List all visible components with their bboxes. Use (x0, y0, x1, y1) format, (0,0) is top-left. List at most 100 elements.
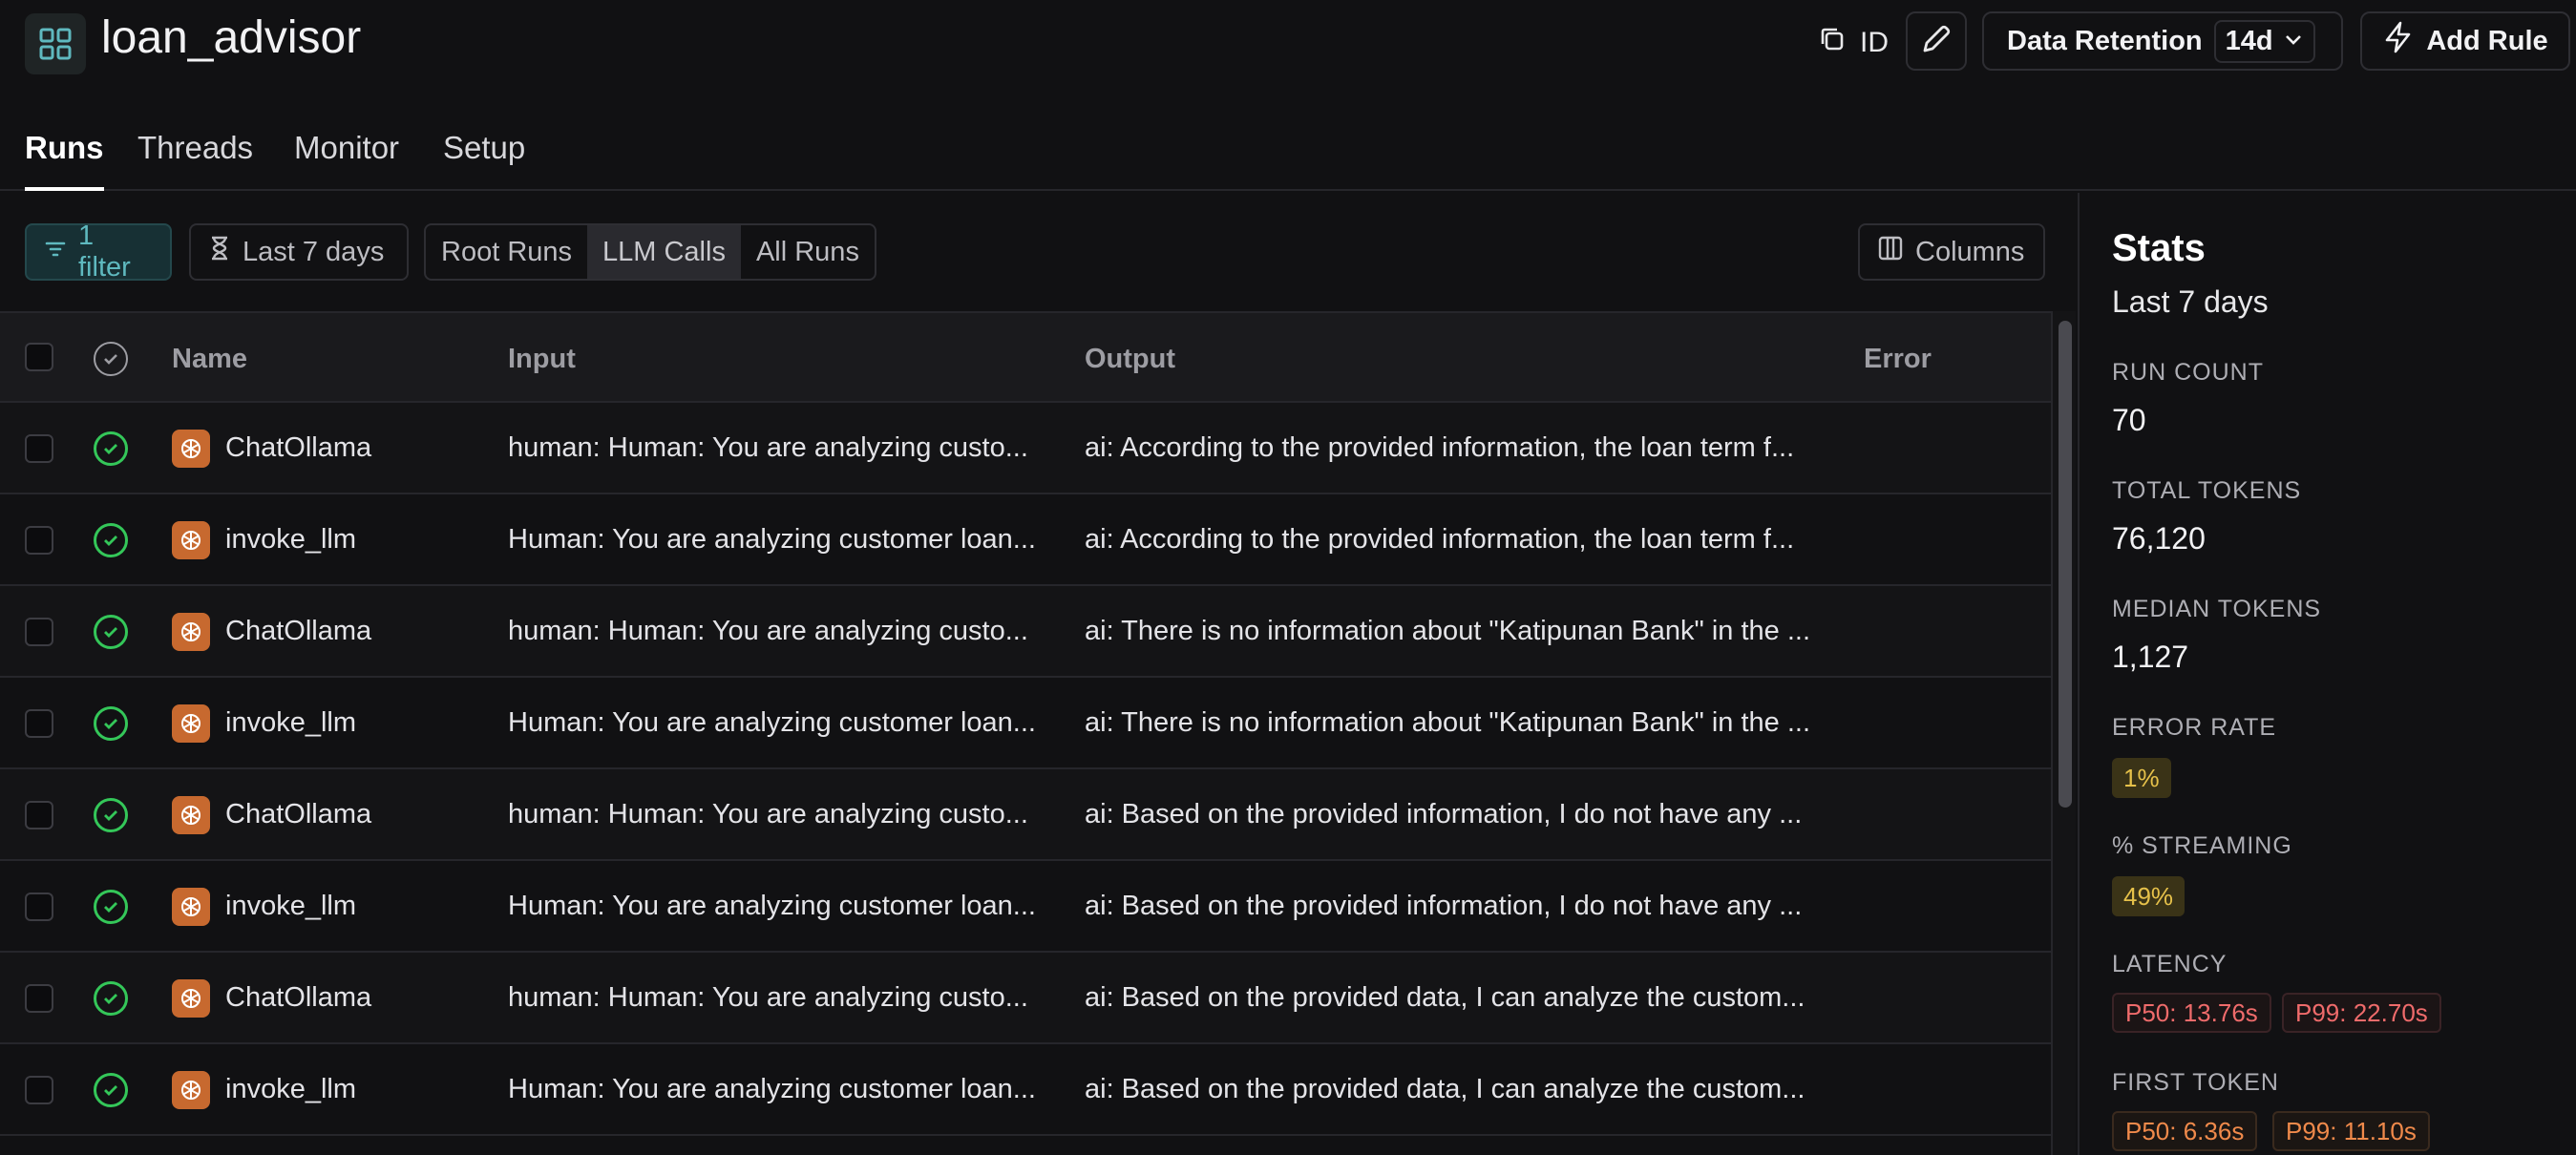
columns-button[interactable]: Columns (1858, 223, 2045, 281)
add-rule-button[interactable]: Add Rule (2360, 11, 2570, 71)
first-token-label: FIRST TOKEN (2112, 1069, 2279, 1096)
copy-icon (1818, 25, 1847, 61)
table-row[interactable]: ChatOllama human: Human: You are analyzin… (0, 403, 2051, 494)
run-input: Human: You are analyzing customer loan..… (508, 524, 1036, 555)
filter-label: 1 filter (78, 220, 131, 283)
page-title: loan_advisor (101, 12, 362, 63)
run-name[interactable]: ChatOllama (225, 982, 493, 1014)
stats-range: Last 7 days (2112, 284, 2269, 319)
column-header-error[interactable]: Error (1864, 344, 1932, 375)
page-header: loan_advisor ID Data Retention 14d Add R… (0, 0, 2576, 84)
error-rate-label: ERROR RATE (2112, 714, 2277, 741)
tab-runs[interactable]: Runs (25, 130, 104, 191)
columns-label: Columns (1915, 236, 2025, 267)
run-name[interactable]: invoke_llm (225, 1074, 493, 1105)
edit-button[interactable] (1906, 11, 1967, 71)
llm-run-icon (172, 796, 210, 834)
llm-run-icon (172, 704, 210, 743)
row-checkbox[interactable] (25, 801, 53, 830)
table-row[interactable]: ChatOllama human: Human: You are analyzin… (0, 586, 2051, 678)
latency-p50-badge: P50: 13.76s (2112, 993, 2271, 1033)
date-range-label: Last 7 days (243, 236, 385, 267)
run-input: Human: You are analyzing customer loan..… (508, 891, 1036, 921)
row-checkbox[interactable] (25, 709, 53, 738)
table-row[interactable]: ChatOllama human: Human: You are analyzin… (0, 953, 2051, 1044)
run-input: human: Human: You are analyzing custo... (508, 982, 1028, 1013)
pencil-icon (1919, 22, 1953, 61)
segment-root-runs[interactable]: Root Runs (426, 225, 587, 279)
error-rate-badge: 1% (2112, 758, 2171, 798)
latency-p99-badge: P99: 22.70s (2282, 993, 2441, 1033)
median-tokens-label: MEDIAN TOKENS (2112, 596, 2322, 622)
runs-toolbar: 1 filter Last 7 days Root Runs LLM Calls… (0, 193, 2078, 311)
table-header: Name Input Output Error (0, 311, 2051, 403)
latency-label: LATENCY (2112, 951, 2228, 977)
run-output: ai: Based on the provided data, I can an… (1085, 1074, 1805, 1104)
success-check-icon (94, 523, 128, 557)
segment-all-runs[interactable]: All Runs (741, 225, 875, 279)
llm-run-icon (172, 979, 210, 1018)
table-row[interactable]: invoke_llm Human: You are analyzing custo… (0, 678, 2051, 769)
column-header-output[interactable]: Output (1085, 344, 1175, 375)
run-input: human: Human: You are analyzing custo... (508, 616, 1028, 646)
stats-title: Stats (2112, 227, 2206, 269)
segment-llm-calls[interactable]: LLM Calls (587, 225, 741, 279)
run-input: human: Human: You are analyzing custo... (508, 799, 1028, 830)
first-token-p99-badge: P99: 11.10s (2272, 1111, 2430, 1151)
streaming-badge: 49% (2112, 876, 2185, 916)
row-checkbox[interactable] (25, 618, 53, 646)
chevron-down-icon (2283, 26, 2304, 57)
run-name[interactable]: invoke_llm (225, 524, 493, 556)
date-range-button[interactable]: Last 7 days (189, 223, 409, 281)
row-checkbox[interactable] (25, 892, 53, 921)
filter-button[interactable]: 1 filter (25, 220, 172, 283)
run-count-value: 70 (2112, 403, 2146, 437)
table-row[interactable]: ChatOllama human: Human: You are analyzin… (0, 769, 2051, 861)
tab-threads[interactable]: Threads (137, 130, 253, 187)
total-tokens-label: TOTAL TOKENS (2112, 477, 2302, 504)
run-name[interactable]: ChatOllama (225, 616, 493, 647)
column-header-name[interactable]: Name (172, 344, 247, 375)
success-check-icon (94, 431, 128, 466)
column-header-input[interactable]: Input (508, 344, 576, 375)
run-output: ai: Based on the provided data, I can an… (1085, 982, 1805, 1013)
data-retention-control: Data Retention 14d (1982, 11, 2343, 71)
run-output: ai: Based on the provided information, I… (1085, 799, 1803, 830)
success-check-icon (94, 706, 128, 741)
total-tokens-value: 76,120 (2112, 521, 2206, 556)
select-all-checkbox[interactable] (25, 343, 53, 371)
runs-table: Name Input Output Error ChatOllama human:… (0, 311, 2051, 1155)
copy-id-button[interactable]: ID (1818, 23, 1889, 63)
row-checkbox[interactable] (25, 984, 53, 1013)
row-checkbox[interactable] (25, 1076, 53, 1104)
row-checkbox[interactable] (25, 434, 53, 463)
run-type-segmented-control: Root Runs LLM Calls All Runs (424, 223, 876, 281)
run-output: ai: According to the provided informatio… (1085, 524, 1795, 555)
grid-icon[interactable] (25, 13, 86, 74)
tab-monitor[interactable]: Monitor (294, 130, 399, 187)
run-name[interactable]: ChatOllama (225, 799, 493, 830)
success-check-icon (94, 798, 128, 832)
table-scrollbar[interactable] (2051, 311, 2076, 1155)
run-input: Human: You are analyzing customer loan..… (508, 1074, 1036, 1104)
llm-run-icon (172, 430, 210, 468)
success-check-icon (94, 981, 128, 1016)
stats-panel: Stats Last 7 days RUN COUNT 70 TOTAL TOK… (2078, 193, 2576, 1155)
row-checkbox[interactable] (25, 526, 53, 555)
run-input: human: Human: You are analyzing custo... (508, 432, 1028, 463)
table-row[interactable]: invoke_llm Human: You are analyzing custo… (0, 861, 2051, 953)
streaming-label: % STREAMING (2112, 832, 2292, 859)
llm-run-icon (172, 1071, 210, 1109)
run-name[interactable]: ChatOllama (225, 432, 493, 464)
table-row[interactable]: invoke_llm Human: You are analyzing custo… (0, 494, 2051, 586)
data-retention-label: Data Retention (2007, 25, 2203, 56)
retention-value: 14d (2225, 25, 2273, 56)
run-output: ai: According to the provided informatio… (1085, 432, 1795, 463)
tab-setup[interactable]: Setup (443, 130, 525, 187)
retention-select[interactable]: 14d (2213, 19, 2315, 63)
run-name[interactable]: invoke_llm (225, 707, 493, 739)
success-check-icon (94, 890, 128, 924)
run-name[interactable]: invoke_llm (225, 891, 493, 922)
table-row[interactable]: invoke_llm Human: You are analyzing custo… (0, 1044, 2051, 1136)
scrollbar-thumb[interactable] (2059, 321, 2072, 808)
